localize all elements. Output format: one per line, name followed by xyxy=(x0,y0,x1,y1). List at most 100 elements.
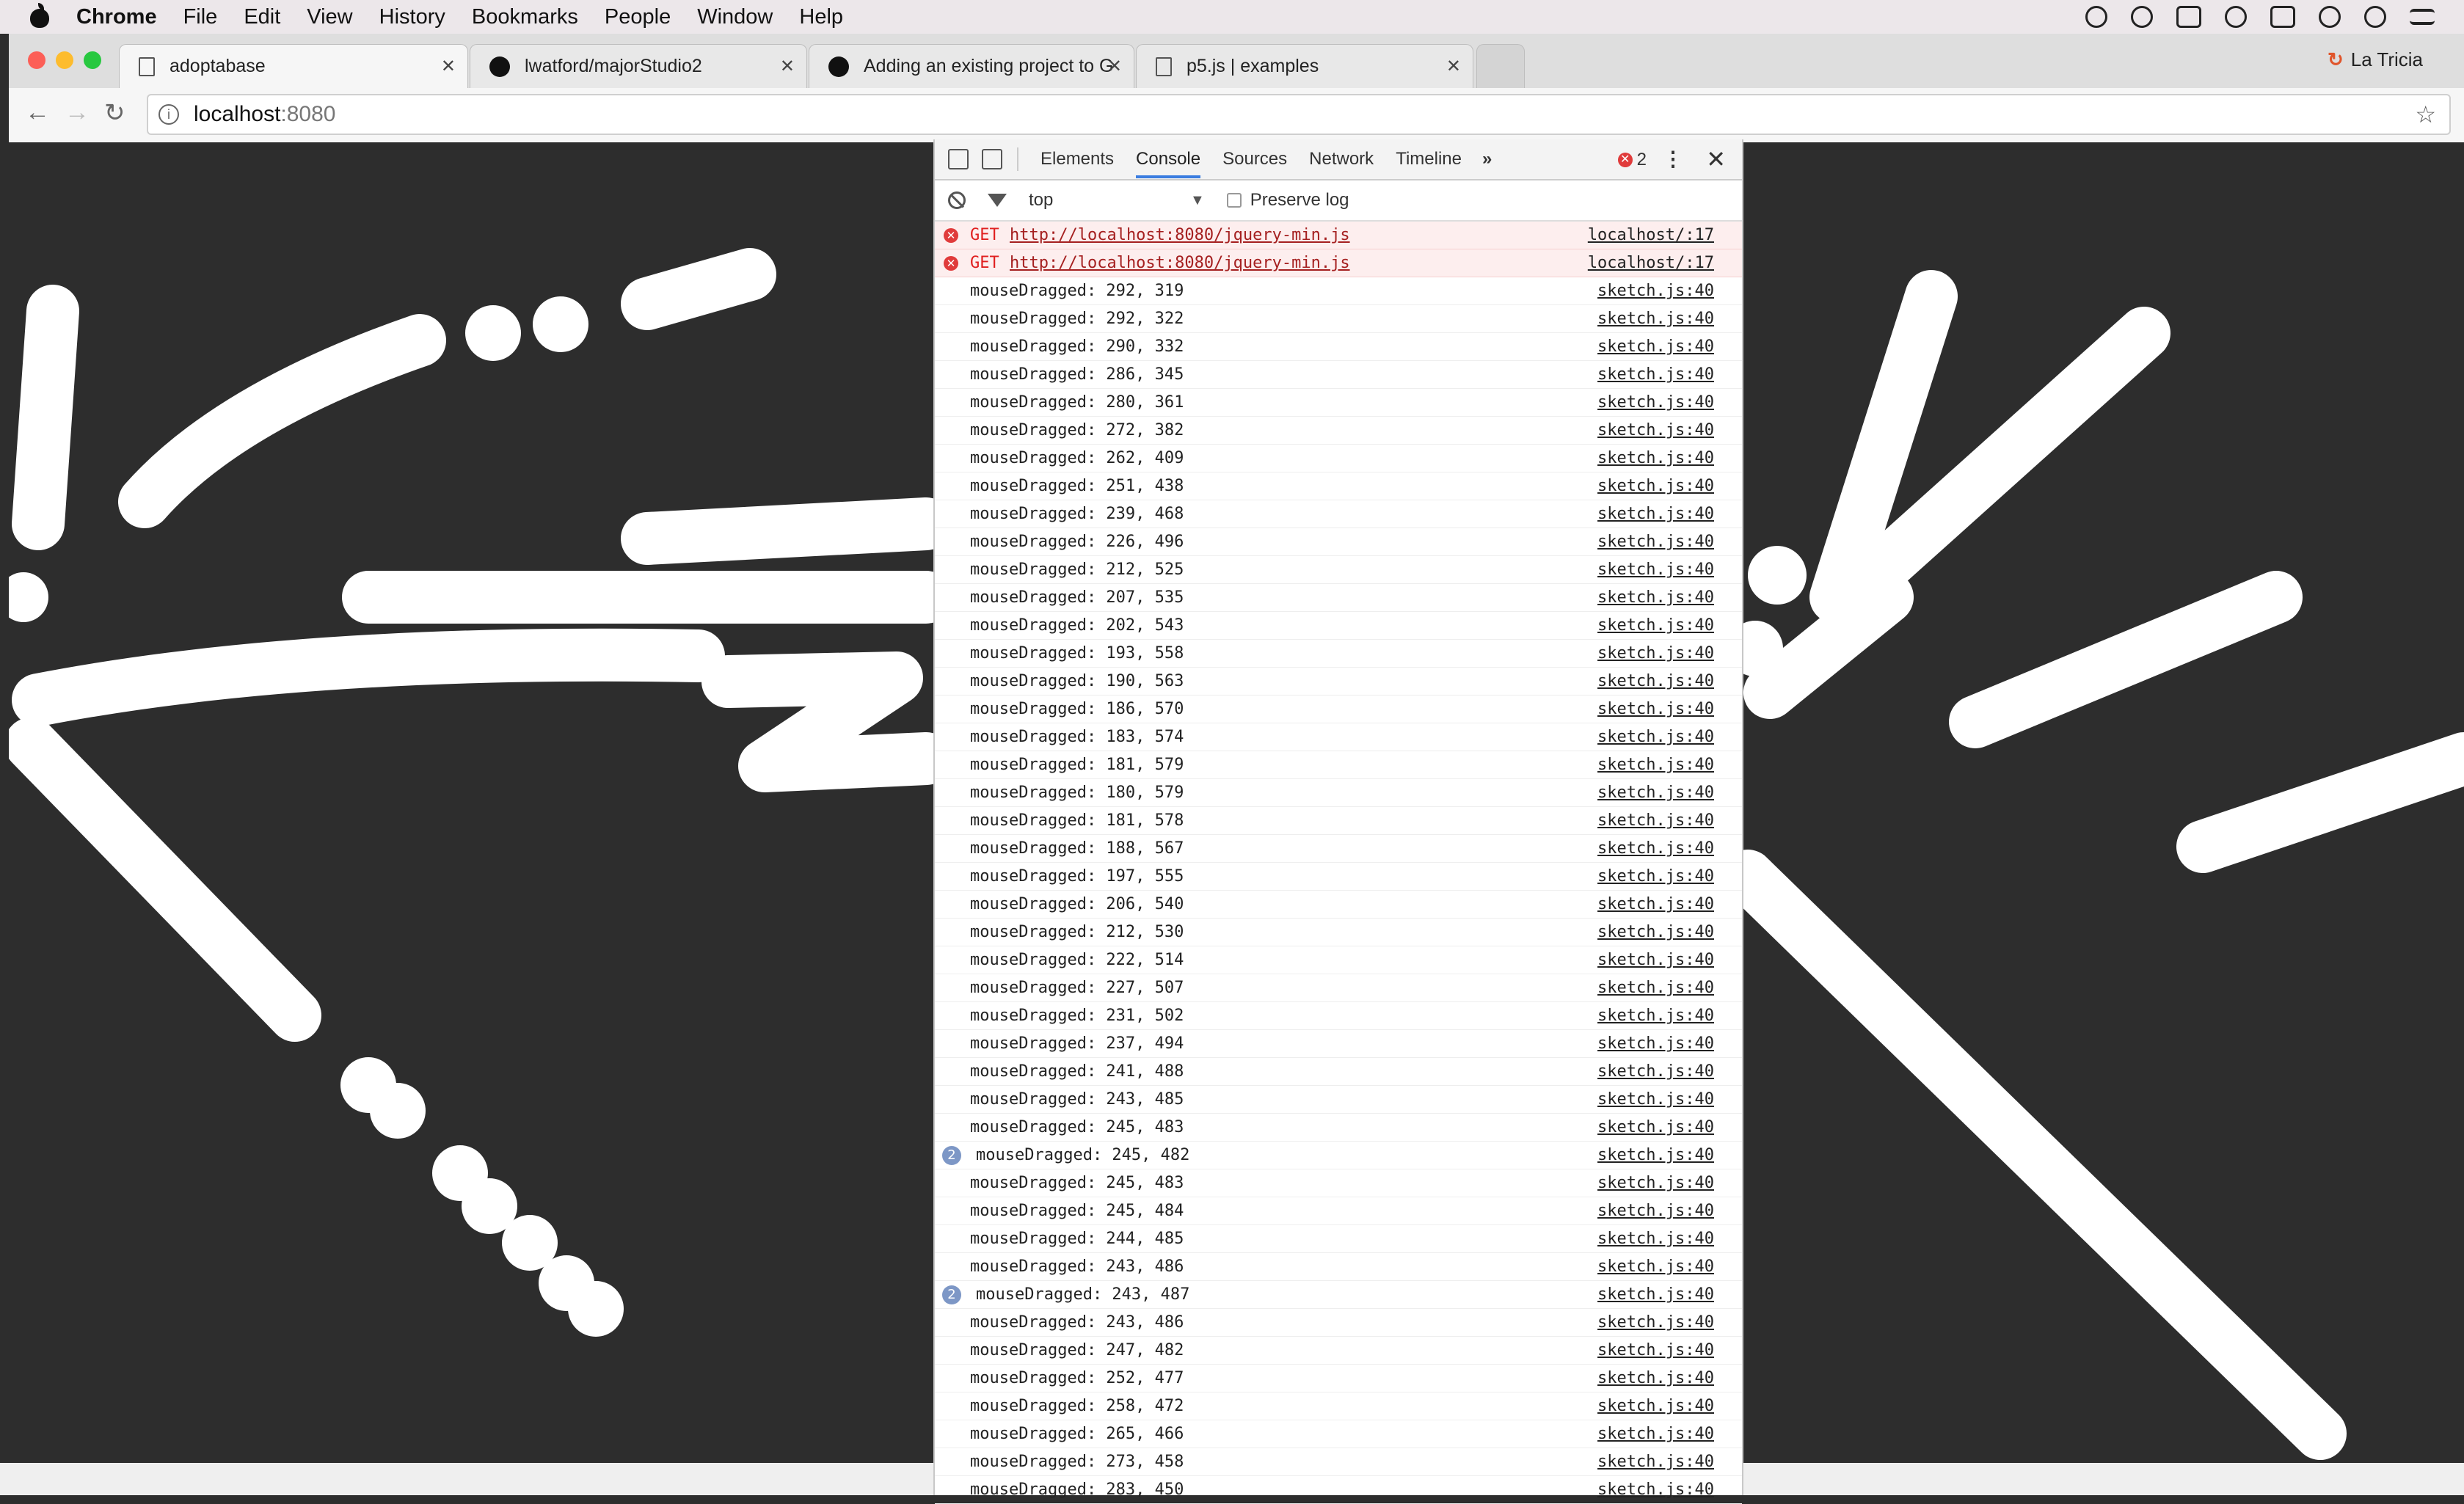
devtools-close-icon[interactable]: ✕ xyxy=(1706,145,1726,173)
back-arrow-icon[interactable]: ← xyxy=(25,98,50,127)
devtools-menu-icon[interactable]: ⋮ xyxy=(1663,147,1683,171)
reload-icon[interactable]: ↻ xyxy=(104,98,125,128)
source-link[interactable]: localhost/:17 xyxy=(1588,254,1714,272)
error-url-link[interactable]: http://localhost:8080/jquery-min.js xyxy=(1010,254,1350,272)
window-close-button[interactable] xyxy=(28,51,45,69)
volume-icon[interactable] xyxy=(2225,6,2247,28)
menu-file[interactable]: File xyxy=(183,5,218,29)
airplay-icon[interactable] xyxy=(2176,6,2201,28)
source-link[interactable]: sketch.js:40 xyxy=(1597,811,1714,830)
menu-help[interactable]: Help xyxy=(799,5,843,29)
filter-icon[interactable] xyxy=(988,194,1007,207)
browser-tab-adding-project[interactable]: Adding an existing project to G ✕ xyxy=(809,44,1134,88)
source-link[interactable]: sketch.js:40 xyxy=(1597,1062,1714,1081)
address-bar[interactable]: i localhost:8080 ☆ xyxy=(147,94,2451,135)
menu-history[interactable]: History xyxy=(379,5,445,29)
menu-window[interactable]: Window xyxy=(697,5,773,29)
tab-close-icon[interactable]: ✕ xyxy=(1107,56,1122,77)
profile-button[interactable]: ↻ La Tricia xyxy=(2328,48,2423,71)
source-link[interactable]: sketch.js:40 xyxy=(1597,1034,1714,1053)
menu-bookmarks[interactable]: Bookmarks xyxy=(472,5,578,29)
source-link[interactable]: sketch.js:40 xyxy=(1597,1090,1714,1109)
source-link[interactable]: sketch.js:40 xyxy=(1597,784,1714,802)
apple-icon[interactable] xyxy=(28,3,50,29)
menu-people[interactable]: People xyxy=(605,5,671,29)
devtools-tab-timeline[interactable]: Timeline xyxy=(1396,140,1462,178)
bluetooth-icon[interactable] xyxy=(2085,6,2107,28)
tab-close-icon[interactable]: ✕ xyxy=(780,56,795,77)
source-link[interactable]: sketch.js:40 xyxy=(1597,282,1714,300)
source-link[interactable]: sketch.js:40 xyxy=(1597,477,1714,495)
source-link[interactable]: sketch.js:40 xyxy=(1597,1481,1714,1499)
source-link[interactable]: sketch.js:40 xyxy=(1597,700,1714,718)
source-link[interactable]: sketch.js:40 xyxy=(1597,616,1714,635)
devtools-tab-elements[interactable]: Elements xyxy=(1040,140,1114,178)
menu-edit[interactable]: Edit xyxy=(244,5,280,29)
source-link[interactable]: sketch.js:40 xyxy=(1597,310,1714,328)
console-log-list[interactable]: ✕ GET http://localhost:8080/jquery-min.js l… xyxy=(935,222,1742,1504)
source-link[interactable]: sketch.js:40 xyxy=(1597,728,1714,746)
device-toolbar-icon[interactable] xyxy=(982,149,1002,169)
source-link[interactable]: sketch.js:40 xyxy=(1597,867,1714,886)
source-link[interactable]: sketch.js:40 xyxy=(1597,1146,1714,1164)
menu-app-chrome[interactable]: Chrome xyxy=(76,5,157,29)
browser-tab-p5js[interactable]: p5.js | examples ✕ xyxy=(1136,44,1473,88)
error-count-badge[interactable]: ✕ 2 xyxy=(1617,150,1647,170)
browser-tab-adoptabase[interactable]: adoptabase ✕ xyxy=(119,44,468,88)
source-link[interactable]: sketch.js:40 xyxy=(1597,588,1714,607)
devtools-tab-console[interactable]: Console xyxy=(1136,140,1201,178)
wifi-icon[interactable] xyxy=(2131,6,2153,28)
source-link[interactable]: sketch.js:40 xyxy=(1597,337,1714,356)
source-link[interactable]: sketch.js:40 xyxy=(1597,979,1714,997)
browser-tab-majorstudio2[interactable]: lwatford/majorStudio2 ✕ xyxy=(470,44,807,88)
source-link[interactable]: sketch.js:40 xyxy=(1597,1007,1714,1025)
clock-icon[interactable] xyxy=(2319,6,2341,28)
source-link[interactable]: sketch.js:40 xyxy=(1597,756,1714,774)
source-link[interactable]: sketch.js:40 xyxy=(1597,1174,1714,1192)
site-info-icon[interactable]: i xyxy=(158,104,179,125)
source-link[interactable]: sketch.js:40 xyxy=(1597,449,1714,467)
more-tabs-icon[interactable]: » xyxy=(1482,149,1492,169)
spotlight-search-icon[interactable] xyxy=(2364,6,2386,28)
source-link[interactable]: localhost/:17 xyxy=(1588,226,1714,244)
notification-center-icon[interactable] xyxy=(2410,9,2435,25)
source-link[interactable]: sketch.js:40 xyxy=(1597,561,1714,579)
window-minimize-button[interactable] xyxy=(56,51,73,69)
source-link[interactable]: sketch.js:40 xyxy=(1597,1453,1714,1471)
source-link[interactable]: sketch.js:40 xyxy=(1597,533,1714,551)
source-link[interactable]: sketch.js:40 xyxy=(1597,421,1714,439)
source-link[interactable]: sketch.js:40 xyxy=(1597,1313,1714,1332)
source-link[interactable]: sketch.js:40 xyxy=(1597,644,1714,662)
tab-close-icon[interactable]: ✕ xyxy=(1446,56,1461,77)
source-link[interactable]: sketch.js:40 xyxy=(1597,951,1714,969)
inspect-element-icon[interactable] xyxy=(948,149,969,169)
forward-arrow-icon[interactable]: → xyxy=(65,98,90,127)
source-link[interactable]: sketch.js:40 xyxy=(1597,1397,1714,1415)
source-link[interactable]: sketch.js:40 xyxy=(1597,1202,1714,1220)
source-link[interactable]: sketch.js:40 xyxy=(1597,365,1714,384)
source-link[interactable]: sketch.js:40 xyxy=(1597,1425,1714,1443)
bookmark-star-icon[interactable]: ☆ xyxy=(2415,101,2436,128)
devtools-tab-sources[interactable]: Sources xyxy=(1222,140,1287,178)
source-link[interactable]: sketch.js:40 xyxy=(1597,505,1714,523)
source-link[interactable]: sketch.js:40 xyxy=(1597,895,1714,913)
error-url-link[interactable]: http://localhost:8080/jquery-min.js xyxy=(1010,226,1350,244)
window-zoom-button[interactable] xyxy=(84,51,101,69)
context-selector[interactable]: top xyxy=(1029,190,1190,211)
clear-console-icon[interactable] xyxy=(948,191,966,209)
source-link[interactable]: sketch.js:40 xyxy=(1597,923,1714,941)
source-link[interactable]: sketch.js:40 xyxy=(1597,1341,1714,1359)
tab-close-icon[interactable]: ✕ xyxy=(441,56,456,77)
battery-icon[interactable] xyxy=(2270,6,2295,28)
source-link[interactable]: sketch.js:40 xyxy=(1597,393,1714,412)
source-link[interactable]: sketch.js:40 xyxy=(1597,1257,1714,1276)
devtools-tab-network[interactable]: Network xyxy=(1309,140,1374,178)
source-link[interactable]: sketch.js:40 xyxy=(1597,1285,1714,1304)
source-link[interactable]: sketch.js:40 xyxy=(1597,1230,1714,1248)
preserve-log-checkbox[interactable] xyxy=(1226,193,1242,208)
source-link[interactable]: sketch.js:40 xyxy=(1597,672,1714,690)
chevron-down-icon[interactable]: ▼ xyxy=(1190,192,1205,209)
source-link[interactable]: sketch.js:40 xyxy=(1597,1118,1714,1136)
source-link[interactable]: sketch.js:40 xyxy=(1597,839,1714,858)
menu-view[interactable]: View xyxy=(307,5,352,29)
